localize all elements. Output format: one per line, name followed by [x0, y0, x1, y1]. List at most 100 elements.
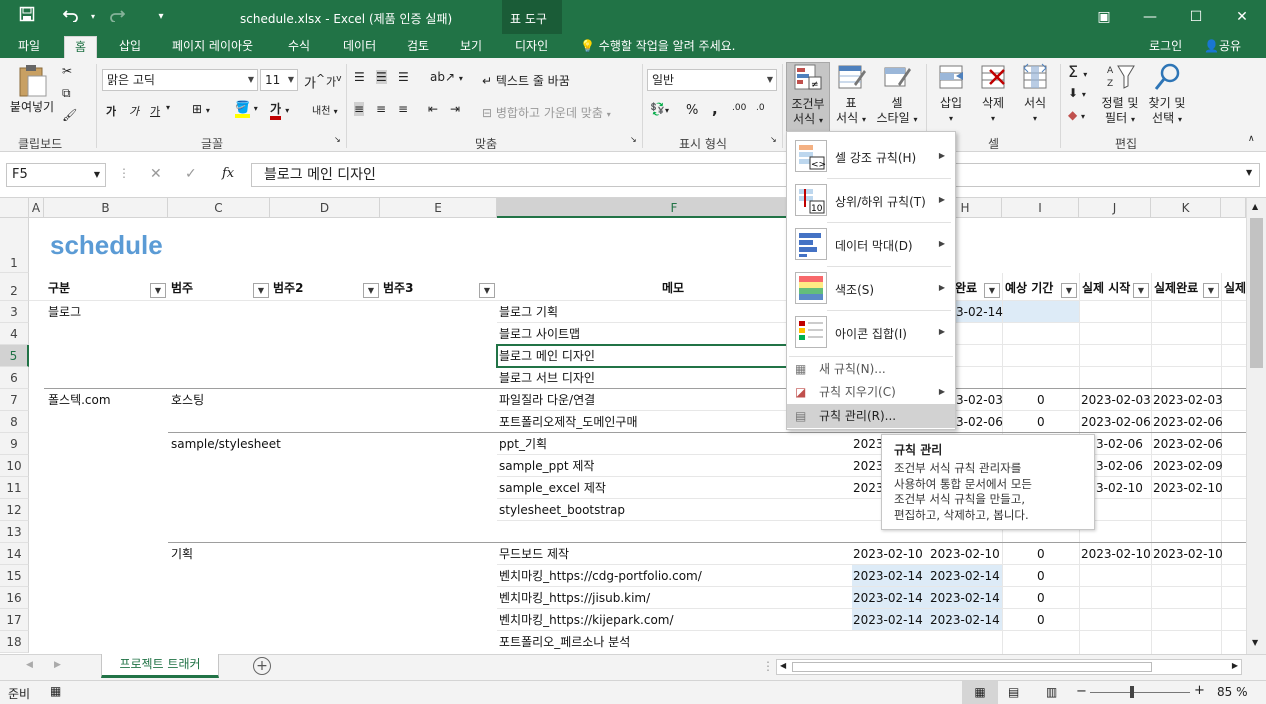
cell-i7[interactable]: 0	[1037, 389, 1045, 411]
macro-record-icon[interactable]: ▦	[50, 684, 61, 698]
cell-g11[interactable]: 2023	[853, 477, 884, 499]
cell-h3[interactable]: 3-02-14	[956, 301, 1003, 323]
percent-button[interactable]: %	[686, 103, 698, 118]
cell-j14[interactable]: 2023-02-10	[1081, 543, 1151, 565]
font-size-combo[interactable]: 11 ▼	[260, 69, 298, 91]
redo-icon[interactable]	[106, 6, 128, 28]
cell-f18[interactable]: 포트폴리오_페르소나 분석	[499, 631, 630, 653]
share-button[interactable]: 👤공유	[1202, 36, 1243, 58]
undo-dropdown-icon[interactable]: ▾	[82, 6, 104, 28]
font-name-combo[interactable]: 맑은 고딕 ▼	[102, 69, 258, 91]
expand-formula-icon[interactable]: ▼	[1246, 168, 1252, 177]
dialog-launcher-icon[interactable]: ↘	[770, 135, 777, 144]
cell-f7[interactable]: 파일질라 다운/연결	[499, 389, 595, 411]
column-header-a[interactable]: A	[29, 198, 44, 218]
column-header-l[interactable]	[1221, 198, 1246, 218]
cell-h16[interactable]: 2023-02-14	[930, 587, 1000, 609]
menu-item-clear-rules[interactable]: ◪ 규칙 지우기(C) ▶	[787, 381, 955, 403]
cell-h7[interactable]: 3-02-03	[956, 389, 1003, 411]
align-left-icon[interactable]: ≡	[354, 102, 365, 116]
insert-cells-button[interactable]: 삽입 ▾	[930, 62, 972, 126]
number-format-combo[interactable]: 일반 ▼	[647, 69, 777, 91]
menu-item-new-rule[interactable]: ▦ 새 규칙(N)...	[787, 358, 955, 380]
filter-dropdown-icon[interactable]: ▼	[363, 283, 379, 298]
cell-f3[interactable]: 블로그 기획	[499, 301, 558, 323]
sheet-split-handle[interactable]: ⋮	[762, 659, 774, 673]
row-header[interactable]: 18	[0, 631, 29, 653]
filter-dropdown-icon[interactable]: ▼	[150, 283, 166, 298]
row-header[interactable]: 11	[0, 477, 29, 499]
tab-data[interactable]: 데이터	[341, 36, 378, 58]
cell-b3[interactable]: 블로그	[48, 301, 81, 323]
tab-page-layout[interactable]: 페이지 레이아웃	[170, 36, 255, 58]
cell-g10[interactable]: 2023	[853, 455, 884, 477]
cell-styles-button[interactable]: 셀 스타일 ▾	[872, 62, 922, 127]
cell-g16[interactable]: 2023-02-14	[853, 587, 923, 609]
cell-j9[interactable]: 3-02-06	[1096, 433, 1143, 455]
font-color-button[interactable]: 가 ▾	[270, 100, 289, 120]
row-header[interactable]: 16	[0, 587, 29, 609]
increase-indent-icon[interactable]: ⇥	[450, 102, 460, 116]
filter-dropdown-icon[interactable]: ▼	[1061, 283, 1077, 298]
column-header-j[interactable]: J	[1079, 198, 1151, 218]
autosum-icon[interactable]: Σ ▾	[1068, 62, 1087, 81]
cell-k11[interactable]: 2023-02-10	[1153, 477, 1223, 499]
row-header[interactable]: 5	[0, 345, 29, 367]
cell-f9[interactable]: ppt_기획	[499, 433, 547, 455]
cell-f6[interactable]: 블로그 서브 디자인	[499, 367, 595, 389]
cell-h8[interactable]: 3-02-06	[956, 411, 1003, 433]
borders-icon[interactable]: ⊞ ▾	[192, 102, 210, 116]
page-layout-view-icon[interactable]: ▤	[1008, 685, 1019, 699]
chevron-down-icon[interactable]: ▾	[166, 103, 170, 112]
cell-g17[interactable]: 2023-02-14	[853, 609, 923, 631]
cell-h15[interactable]: 2023-02-14	[930, 565, 1000, 587]
tab-insert[interactable]: 삽입	[117, 36, 143, 58]
cell-h17[interactable]: 2023-02-14	[930, 609, 1000, 631]
orientation-icon[interactable]: ab↗ ▾	[430, 70, 463, 84]
worksheet-grid[interactable]: A B C D E F H I J K 1 2 3 4 5 6 7 8 9 10…	[0, 198, 1246, 654]
maximize-button[interactable]: ☐	[1174, 0, 1218, 34]
conditional-formatting-button[interactable]: ≠ 조건부 서식 ▾	[786, 62, 830, 136]
dialog-launcher-icon[interactable]: ↘	[630, 135, 637, 144]
comma-button[interactable]: ,	[712, 100, 718, 118]
cell-i14[interactable]: 0	[1037, 543, 1045, 565]
cell-f10[interactable]: sample_ppt 제작	[499, 455, 594, 477]
phonetic-button[interactable]: 내천 ▾	[312, 102, 338, 117]
sort-filter-button[interactable]: AZ 정렬 및 필터 ▾	[1098, 62, 1142, 127]
zoom-slider-track[interactable]	[1090, 692, 1190, 693]
cell-j10[interactable]: 3-02-06	[1096, 455, 1143, 477]
save-icon[interactable]	[16, 6, 38, 28]
insert-function-icon[interactable]: fx	[222, 166, 234, 181]
tab-formulas[interactable]: 수식	[286, 36, 312, 58]
cell-b7[interactable]: 폴스텍.com	[48, 389, 111, 411]
h-scroll-thumb[interactable]	[792, 662, 1152, 672]
cell-i16[interactable]: 0	[1037, 587, 1045, 609]
align-top-icon[interactable]: ☰	[354, 70, 365, 84]
fill-color-icon[interactable]: 🪣 ▾	[235, 100, 258, 118]
clear-icon[interactable]: ◆ ▾	[1068, 108, 1085, 122]
row-header[interactable]: 6	[0, 367, 29, 389]
tell-me-box[interactable]: 💡 수행할 작업을 알려 주세요.	[578, 36, 737, 58]
underline-button[interactable]: 가	[150, 103, 160, 119]
cell-f5[interactable]: 블로그 메인 디자인	[499, 345, 595, 367]
menu-item-highlight-rules[interactable]: <> 셀 강조 규칙(H) ▶	[787, 134, 955, 178]
wrap-text-button[interactable]: ↵ 텍스트 줄 바꿈	[482, 72, 570, 89]
cell-k8[interactable]: 2023-02-06	[1153, 411, 1223, 433]
shrink-font-button[interactable]: 가v	[326, 73, 342, 90]
row-header[interactable]: 8	[0, 411, 29, 433]
cell-f8[interactable]: 포트폴리오제작_도메인구매	[499, 411, 637, 433]
scroll-right-icon[interactable]: ▶	[54, 660, 61, 670]
column-header-e[interactable]: E	[380, 198, 497, 218]
filter-dropdown-icon[interactable]: ▼	[479, 283, 495, 298]
cancel-icon[interactable]: ✕	[150, 166, 162, 182]
align-right-icon[interactable]: ≡	[398, 102, 408, 116]
menu-item-data-bars[interactable]: 데이터 막대(D) ▶	[787, 222, 955, 266]
row-header[interactable]: 1	[0, 218, 29, 273]
increase-decimal-icon[interactable]: .00	[732, 103, 746, 113]
filter-dropdown-icon[interactable]: ▼	[1133, 283, 1149, 298]
cell-j8[interactable]: 2023-02-06	[1081, 411, 1151, 433]
row-header[interactable]: 7	[0, 389, 29, 411]
cell-f17[interactable]: 벤치마킹_https://kijepark.com/	[499, 609, 674, 631]
enter-icon[interactable]: ✓	[185, 166, 197, 182]
column-header-b[interactable]: B	[44, 198, 168, 218]
